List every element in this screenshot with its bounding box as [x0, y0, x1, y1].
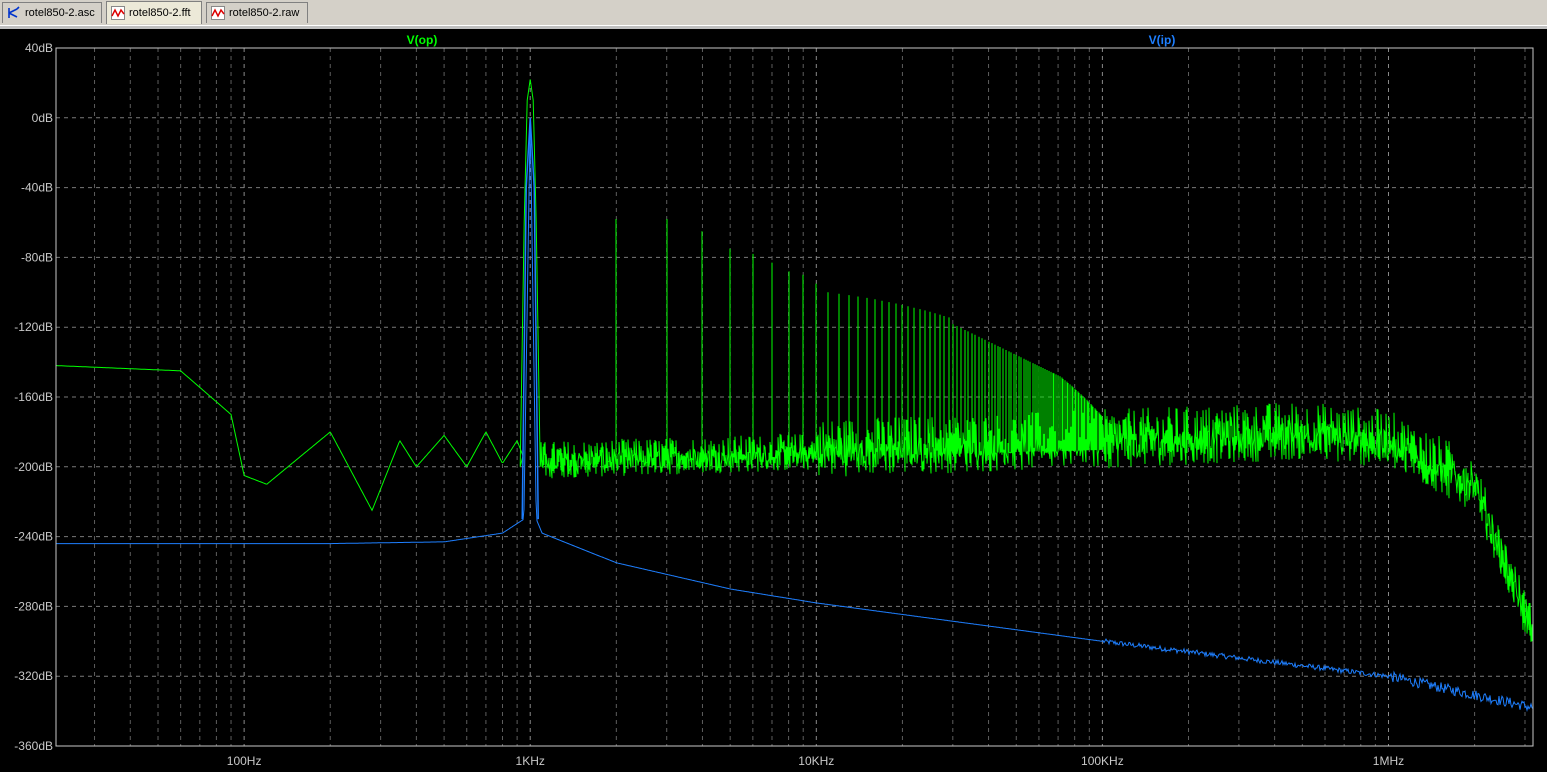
trace-vop [56, 79, 1534, 642]
x-tick-label: 100KHz [1081, 754, 1124, 768]
y-tick-label: -160dB [14, 390, 53, 404]
plot-traces [56, 79, 1534, 712]
tab-label: rotel850-2.fft [129, 7, 191, 19]
y-tick-label: -280dB [14, 599, 53, 613]
schematic-icon [7, 6, 21, 20]
waveform-icon [211, 6, 225, 20]
tab-label: rotel850-2.raw [229, 7, 300, 19]
trace-vip [56, 131, 1534, 712]
plot-grid [56, 47, 1533, 747]
y-tick-label: 40dB [25, 41, 53, 55]
y-tick-label: -360dB [14, 739, 53, 753]
tab-fft[interactable]: rotel850-2.fft [106, 1, 202, 24]
fft-plot[interactable]: 40dB 0dB -40dB -80dB -120dB -160dB -200dB -240d… [0, 28, 1547, 772]
x-tick-label: 1MHz [1373, 754, 1404, 768]
trace-label-vop[interactable]: V(op) [407, 33, 438, 47]
y-tick-label: -200dB [14, 460, 53, 474]
x-tick-label: 10KHz [798, 754, 834, 768]
tab-raw[interactable]: rotel850-2.raw [206, 2, 308, 23]
x-axis-labels: 100Hz 1KHz 10KHz 100KHz 1MHz [227, 754, 1404, 768]
y-tick-label: -80dB [21, 250, 53, 264]
y-tick-label: 0dB [32, 111, 53, 125]
y-tick-label: -40dB [21, 181, 53, 195]
x-tick-label: 1KHz [516, 754, 545, 768]
y-axis-labels: 40dB 0dB -40dB -80dB -120dB -160dB -200dB -240d… [14, 41, 53, 753]
y-tick-label: -120dB [14, 320, 53, 334]
y-tick-label: -320dB [14, 669, 53, 683]
trace-label-vip[interactable]: V(ip) [1149, 33, 1176, 47]
document-tab-bar: rotel850-2.asc rotel850-2.fft rotel850-2… [0, 0, 1547, 27]
waveform-icon [111, 6, 125, 20]
y-tick-label: -240dB [14, 530, 53, 544]
x-tick-label: 100Hz [227, 754, 262, 768]
tab-label: rotel850-2.asc [25, 7, 95, 19]
tab-schematic[interactable]: rotel850-2.asc [2, 2, 102, 23]
